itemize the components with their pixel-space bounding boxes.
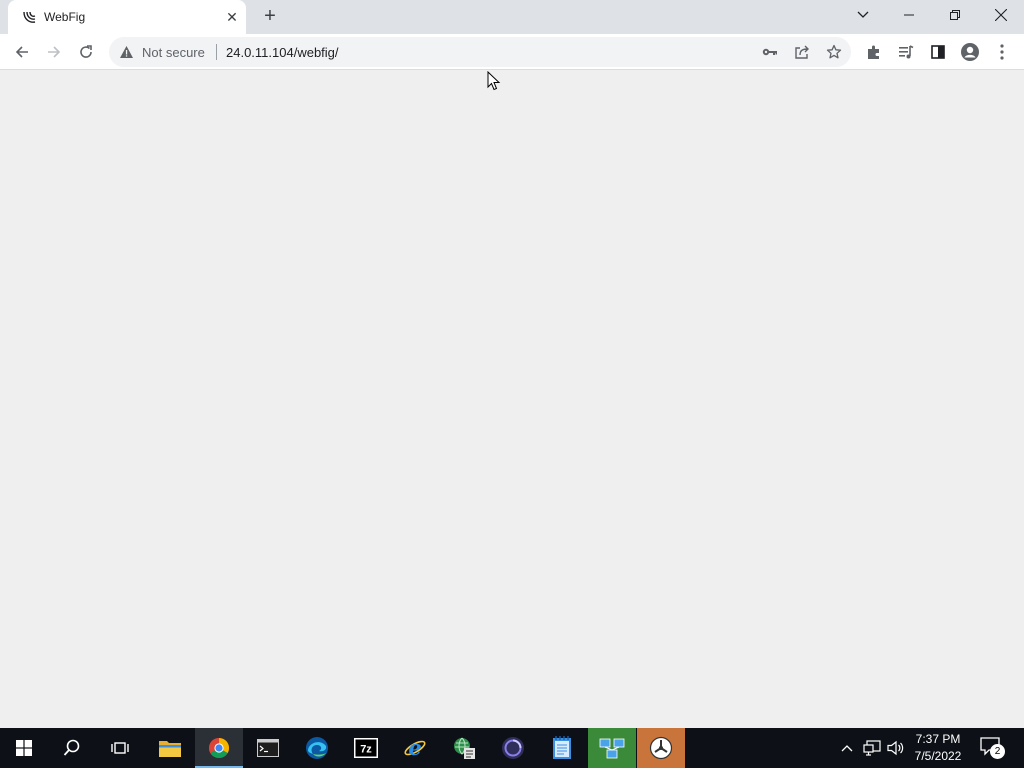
network-tool-icon[interactable]	[440, 728, 488, 768]
browser-tab[interactable]: WebFig ✕	[8, 0, 246, 34]
restore-icon[interactable]	[932, 0, 978, 30]
plus-icon[interactable]: +	[258, 5, 282, 29]
security-status[interactable]: Not secure	[142, 45, 205, 60]
profile-icon[interactable]	[958, 40, 982, 64]
browser-toolbar: Not secure 24.0.11.104/webfig/	[0, 34, 1024, 70]
chevron-up-icon[interactable]	[836, 728, 858, 768]
address-bar[interactable]: Not secure 24.0.11.104/webfig/	[109, 37, 851, 67]
notifications-icon[interactable]: 2	[980, 736, 1005, 760]
close-icon[interactable]	[978, 0, 1024, 30]
volume-icon[interactable]	[884, 728, 908, 768]
terminal-icon[interactable]	[244, 728, 292, 768]
page-content	[0, 71, 1024, 728]
divider	[216, 44, 217, 60]
star-icon[interactable]	[824, 42, 844, 62]
side-panel-icon[interactable]	[926, 40, 950, 64]
media-queue-icon[interactable]	[894, 40, 918, 64]
network-monitor-icon[interactable]	[588, 728, 636, 768]
7zip-icon[interactable]: 7z	[342, 728, 390, 768]
edge-icon[interactable]	[293, 728, 341, 768]
share-icon[interactable]	[792, 42, 812, 62]
task-view-icon[interactable]	[96, 728, 144, 768]
taskbar: 7z e 7:37 PM 7/5/2022 2	[0, 728, 1024, 768]
url-text[interactable]: 24.0.11.104/webfig/	[226, 45, 339, 60]
system-tool-icon[interactable]	[637, 728, 685, 768]
search-icon[interactable]	[48, 728, 96, 768]
tab-title: WebFig	[44, 10, 86, 24]
clock-time: 7:37 PM	[915, 732, 961, 746]
key-icon[interactable]	[760, 42, 780, 62]
clock-date: 7/5/2022	[914, 749, 962, 763]
notepad-icon[interactable]	[538, 728, 586, 768]
internet-explorer-icon[interactable]: e	[391, 728, 439, 768]
start-icon[interactable]	[0, 728, 48, 768]
network-icon[interactable]	[860, 728, 884, 768]
webfig-favicon-icon	[23, 11, 36, 23]
file-explorer-icon[interactable]	[146, 728, 194, 768]
more-vert-icon[interactable]	[990, 40, 1014, 64]
warning-triangle-icon[interactable]	[119, 45, 134, 59]
notification-count-badge: 2	[990, 744, 1005, 759]
back-arrow-icon[interactable]	[8, 38, 36, 66]
minimize-icon[interactable]	[886, 0, 932, 30]
extensions-icon[interactable]	[862, 40, 886, 64]
reload-icon[interactable]	[72, 38, 100, 66]
tab-search-icon[interactable]	[840, 0, 886, 30]
svg-text:7z: 7z	[360, 744, 372, 756]
mouse-cursor-icon	[487, 71, 501, 91]
close-icon[interactable]: ✕	[224, 9, 240, 25]
tab-strip: WebFig ✕ +	[0, 0, 1024, 34]
obs-icon[interactable]	[489, 728, 537, 768]
svg-text:e: e	[408, 736, 421, 760]
chrome-icon[interactable]	[195, 728, 243, 768]
forward-arrow-icon[interactable]	[40, 38, 68, 66]
system-clock[interactable]: 7:37 PM 7/5/2022	[906, 731, 970, 765]
